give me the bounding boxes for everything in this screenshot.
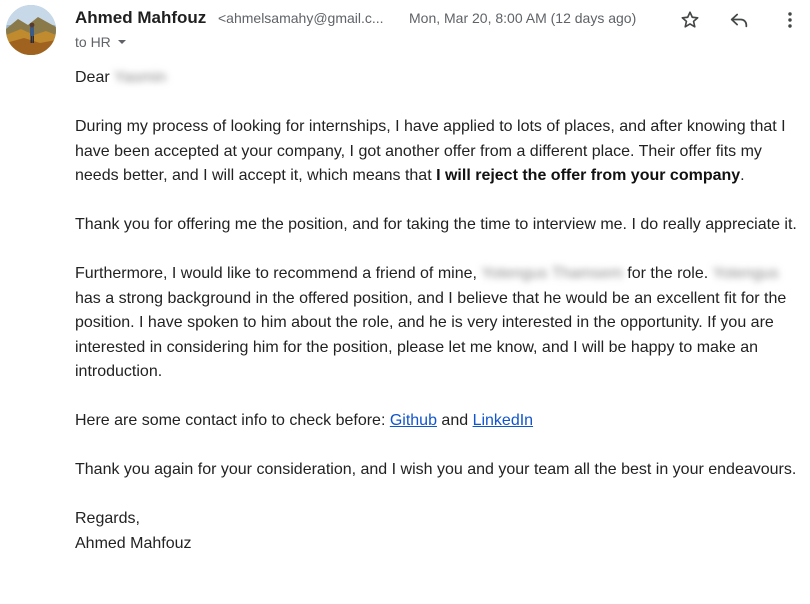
email-date[interactable]: Mon, Mar 20, 8:00 AM (12 days ago) [409, 10, 636, 26]
paragraph-reject-offer: During my process of looking for interns… [75, 115, 805, 189]
paragraph-3-mid: for the role. [622, 265, 713, 282]
caret-down-icon [116, 36, 128, 48]
redacted-friend-full-name: Yotengus Thamsem [481, 265, 623, 282]
more-vert-icon [788, 12, 792, 28]
paragraph-3-start: Furthermore, I would like to recommend a… [75, 265, 482, 282]
paragraph-4-and: and [436, 412, 473, 429]
linkedin-link[interactable]: LinkedIn [473, 412, 534, 429]
sign-off: Regards, [75, 510, 140, 527]
email-header: Ahmed Mahfouz <ahmelsamahy@gmail.c... Mo… [75, 8, 805, 56]
redacted-friend-first-name: Yotengus [712, 265, 779, 282]
github-link[interactable]: Github [390, 412, 437, 429]
star-button[interactable] [678, 8, 702, 32]
paragraph-contact-info: Here are some contact info to check befo… [75, 409, 805, 434]
recipient-label: to HR [75, 34, 111, 50]
paragraph-3-end: has a strong background in the offered p… [75, 289, 787, 381]
sender-email: <ahmelsamahy@gmail.c... [218, 10, 384, 26]
avatar-photo [6, 5, 56, 55]
email-body: Dear Yasmin During my process of looking… [75, 66, 805, 556]
recipient-details-toggle[interactable]: to HR [75, 34, 128, 50]
greeting: Dear Yasmin [75, 66, 805, 91]
paragraph-4-start: Here are some contact info to check befo… [75, 412, 390, 429]
greeting-prefix: Dear [75, 69, 110, 86]
paragraph-thanks: Thank you for offering me the position, … [75, 216, 797, 233]
signature: Ahmed Mahfouz [75, 534, 192, 552]
paragraph-1-end: . [740, 167, 745, 184]
sender-avatar[interactable] [6, 5, 56, 55]
sender-name[interactable]: Ahmed Mahfouz [75, 8, 206, 28]
redacted-recipient-name: Yasmin [114, 69, 167, 86]
reply-button[interactable] [727, 8, 751, 32]
star-icon [681, 11, 699, 28]
bold-rejection-statement: I will reject the offer from your compan… [436, 167, 741, 184]
reply-icon [730, 13, 748, 28]
more-options-button[interactable] [778, 8, 802, 32]
paragraph-closing: Thank you again for your consideration, … [75, 461, 797, 478]
paragraph-recommendation: Furthermore, I would like to recommend a… [75, 262, 805, 385]
